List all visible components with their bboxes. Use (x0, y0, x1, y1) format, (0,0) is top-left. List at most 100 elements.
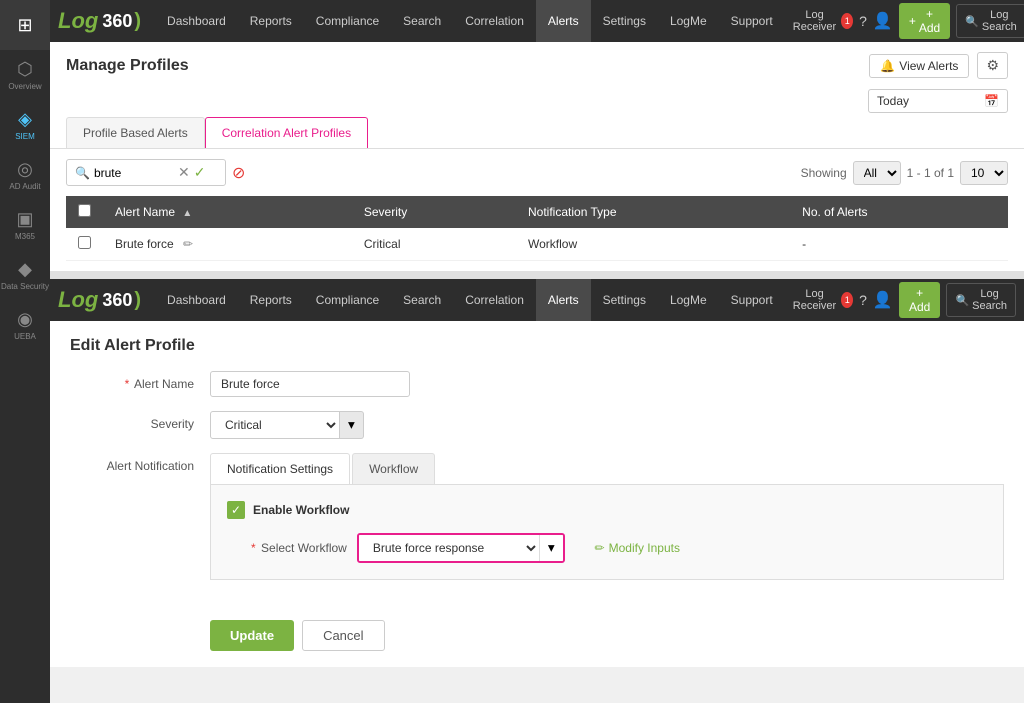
nav-search[interactable]: Search (391, 0, 453, 42)
add-label: + Add (919, 7, 940, 35)
workflow-select-row: * Select Workflow Brute force response ▾ (251, 533, 987, 563)
sidebar-item-overview[interactable]: ⬡ Overview (0, 50, 50, 100)
nav-alerts[interactable]: Alerts (536, 0, 591, 42)
show-select[interactable]: All (853, 161, 901, 185)
nav-compliance[interactable]: Compliance (304, 0, 391, 42)
notification-type-cell: Workflow (516, 228, 790, 261)
nav2-compliance[interactable]: Compliance (304, 279, 391, 321)
alert-name-input[interactable] (210, 371, 410, 397)
add-button[interactable]: + + Add (899, 3, 950, 39)
tab-profile-based-alerts[interactable]: Profile Based Alerts (66, 117, 205, 148)
workflow-dropdown-button[interactable]: ▾ (539, 535, 563, 561)
alerts-table: Alert Name ▲ Severity Notification Type … (66, 196, 1008, 261)
nav2-settings[interactable]: Settings (591, 279, 658, 321)
update-button[interactable]: Update (210, 620, 294, 651)
brand-logo-bottom: Log (58, 287, 98, 313)
sidebar-item-label: Overview (8, 82, 41, 91)
nav-logme[interactable]: LogMe (658, 0, 719, 42)
sidebar-item-datasecurity[interactable]: ◆ Data Security (0, 250, 50, 300)
sidebar-item-siem[interactable]: ◈ SIEM (0, 100, 50, 150)
view-alerts-button[interactable]: 🔔 View Alerts (869, 54, 969, 78)
sort-arrow: ▲ (182, 208, 192, 219)
calendar-icon: 📅 (984, 94, 999, 108)
cancel-button[interactable]: Cancel (302, 620, 384, 651)
top-navbar: Log 360 ) Dashboard Reports Compliance S… (50, 0, 1024, 42)
edit-pencil-icon[interactable]: ✏ (183, 237, 193, 251)
enable-workflow-label: Enable Workflow (253, 503, 349, 517)
severity-cell: Critical (352, 228, 516, 261)
notification-badge-bottom: 1 (841, 292, 853, 308)
siem-icon: ◈ (18, 109, 32, 130)
nav2-dashboard[interactable]: Dashboard (155, 279, 238, 321)
brand: Log 360 ) (58, 8, 141, 34)
help-icon[interactable]: ? (859, 13, 867, 29)
nav-reports[interactable]: Reports (238, 0, 304, 42)
nav-support[interactable]: Support (719, 0, 785, 42)
log-search-label: Log Search (982, 9, 1017, 33)
nav2-correlation[interactable]: Correlation (453, 279, 536, 321)
alert-name-row: * Alert Name (70, 371, 1004, 397)
sidebar-item-ueba[interactable]: ◉ UEBA (0, 300, 50, 350)
per-page-select[interactable]: 10 (960, 161, 1008, 185)
user-icon-bottom[interactable]: 👤 (873, 290, 893, 310)
clear-button[interactable]: ✕ (178, 164, 190, 181)
severity-select[interactable]: Critical (210, 411, 340, 439)
row-checkbox[interactable] (78, 236, 91, 249)
nav-settings[interactable]: Settings (591, 0, 658, 42)
settings-button[interactable]: ⚙ (977, 52, 1008, 79)
sidebar-item-label: UEBA (14, 332, 36, 341)
nav2-search[interactable]: Search (391, 279, 453, 321)
log-receiver-button[interactable]: Log Receiver 1 (791, 9, 853, 33)
pencil-icon: ✏ (595, 541, 605, 555)
log-search-button-bottom[interactable]: 🔍 Log Search (946, 283, 1016, 317)
modify-inputs-link[interactable]: ✏ Modify Inputs (595, 541, 680, 555)
nav-correlation[interactable]: Correlation (453, 0, 536, 42)
page-actions: 🔔 View Alerts ⚙ (869, 52, 1008, 79)
nav2-reports[interactable]: Reports (238, 279, 304, 321)
log-receiver-label-bottom: Log Receiver (791, 288, 839, 312)
add-label-bottom: + Add (909, 286, 931, 314)
select-all-col (66, 196, 103, 228)
stop-button[interactable]: ⊘ (232, 163, 245, 183)
select-all-checkbox[interactable] (78, 204, 91, 217)
log-receiver-label: Log Receiver (791, 9, 839, 33)
severity-dropdown-button[interactable]: ▾ (340, 411, 364, 439)
date-picker[interactable]: Today 📅 (868, 89, 1008, 113)
log-receiver-button-bottom[interactable]: Log Receiver 1 (791, 288, 853, 312)
showing-label: Showing (801, 166, 847, 180)
nav2-logme[interactable]: LogMe (658, 279, 719, 321)
tab-correlation-alert-profiles[interactable]: Correlation Alert Profiles (205, 117, 368, 148)
tab-label: Correlation Alert Profiles (222, 126, 351, 140)
user-icon[interactable]: 👤 (873, 11, 893, 31)
sidebar-item-label: M365 (15, 232, 35, 241)
top-panel: Log 360 ) Dashboard Reports Compliance S… (50, 0, 1024, 271)
confirm-button[interactable]: ✓ (194, 164, 206, 181)
sidebar-item-adaudit[interactable]: ◎ AD Audit (0, 150, 50, 200)
brand-bottom: Log 360 ) (58, 287, 141, 313)
view-alerts-icon: 🔔 (880, 59, 895, 73)
date-row: Today 📅 (50, 85, 1024, 117)
help-icon-bottom[interactable]: ? (859, 292, 867, 308)
overview-icon: ⬡ (17, 59, 33, 80)
search-input[interactable] (94, 166, 174, 180)
log-search-button[interactable]: 🔍 Log Search (956, 4, 1024, 38)
sidebar-item-label: AD Audit (9, 182, 40, 191)
grid-icon: ⊞ (17, 15, 32, 36)
sidebar-item-grid[interactable]: ⊞ (0, 0, 50, 50)
tab-workflow[interactable]: Workflow (352, 453, 435, 484)
nav-dashboard[interactable]: Dashboard (155, 0, 238, 42)
nav-right: Log Receiver 1 ? 👤 + + Add 🔍 Log Search (791, 3, 1024, 39)
date-value: Today (877, 94, 909, 108)
nav2-support[interactable]: Support (719, 279, 785, 321)
add-button-bottom[interactable]: + Add (899, 282, 941, 318)
notification-tab-bar: Notification Settings Workflow (210, 453, 1004, 485)
sidebar-item-label: Data Security (1, 282, 49, 291)
tab-notification-settings[interactable]: Notification Settings (210, 453, 350, 484)
severity-wrap: Critical ▾ (210, 411, 364, 439)
required-star-sm: * (251, 541, 256, 555)
nav2-alerts[interactable]: Alerts (536, 279, 591, 321)
enable-workflow-checkbox[interactable]: ✓ (227, 501, 245, 519)
sidebar-item-m365[interactable]: ▣ M365 (0, 200, 50, 250)
workflow-select[interactable]: Brute force response (359, 535, 539, 561)
brand-swoosh-bottom: ) (134, 289, 141, 312)
